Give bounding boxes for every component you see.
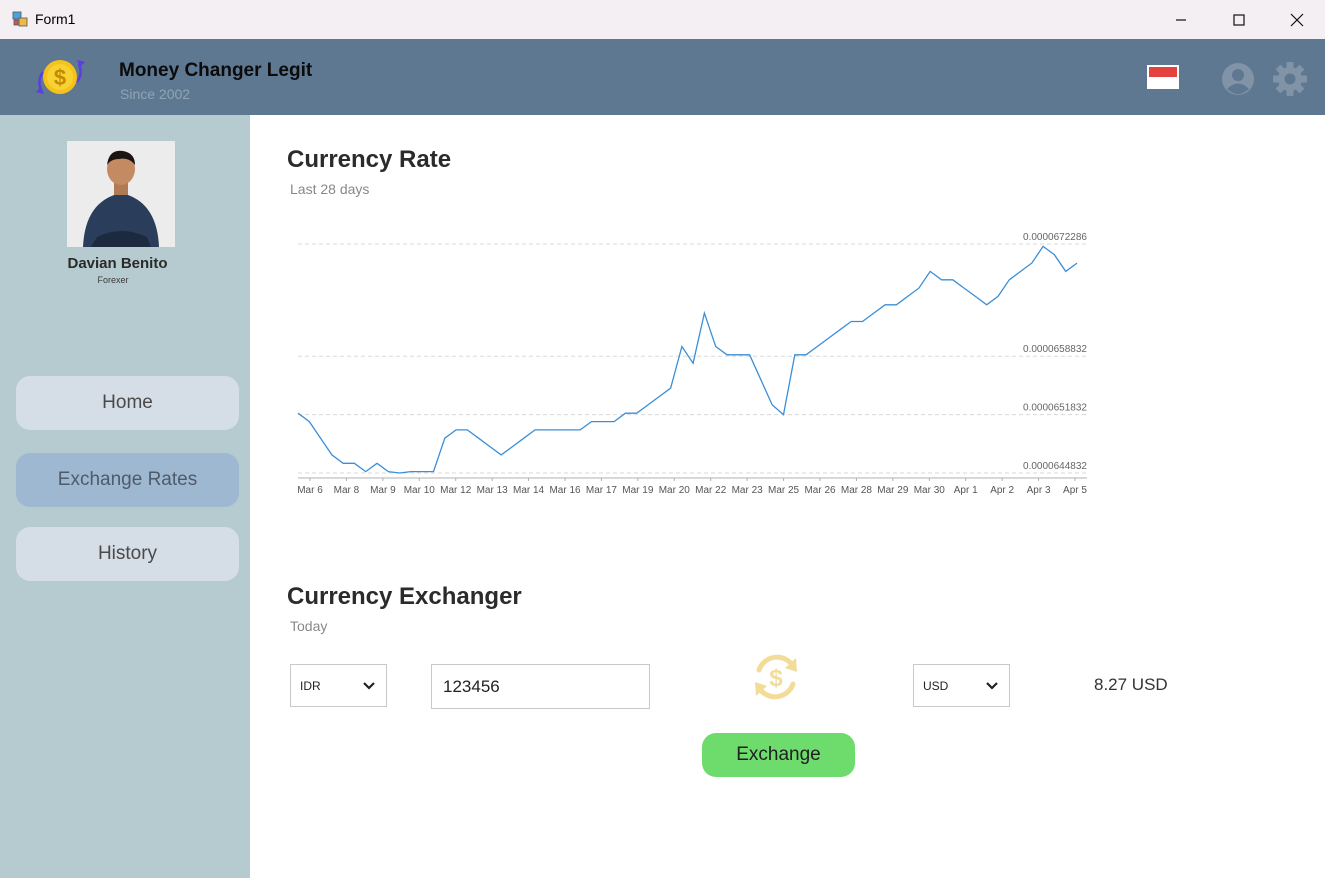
maximize-icon [1233, 13, 1245, 26]
currency-exchanger-subtitle: Today [290, 618, 328, 634]
x-tick-label: Apr 1 [954, 485, 978, 496]
currency-rate-title: Currency Rate [287, 146, 452, 173]
x-tick-label: Mar 16 [549, 485, 581, 496]
y-tick-label: 0.0000651832 [1023, 403, 1087, 414]
nav-home-button[interactable]: Home [16, 376, 239, 430]
x-tick-label: Mar 17 [586, 485, 618, 496]
brand-title: Money Changer Legit [119, 60, 313, 81]
y-tick-label: 0.0000644832 [1023, 461, 1087, 472]
x-tick-label: Mar 10 [404, 485, 436, 496]
x-tick-label: Mar 28 [841, 485, 873, 496]
x-tick-label: Mar 26 [804, 485, 836, 496]
x-tick-label: Mar 20 [659, 485, 691, 496]
currency-rate-chart: 0.0000672286 0.0000658832 0.0000651832 0.00… [297, 232, 1087, 496]
currency-exchanger-title: Currency Exchanger [287, 583, 522, 610]
x-tick-label: Mar 14 [513, 485, 545, 496]
x-tick-label: Mar 22 [695, 485, 727, 496]
x-tick-label: Mar 29 [877, 485, 909, 496]
x-tick-label: Mar 12 [440, 485, 472, 496]
amount-input[interactable] [431, 664, 650, 709]
maximize-button[interactable] [1210, 0, 1268, 39]
from-currency-value: IDR [300, 679, 321, 693]
nav-history-button[interactable]: History [16, 527, 239, 581]
currency-rate-subtitle: Last 28 days [290, 181, 370, 197]
x-tick-label: Mar 13 [477, 485, 509, 496]
nav-exchange-rates-button[interactable]: Exchange Rates [16, 453, 239, 507]
chevron-down-icon [363, 682, 375, 690]
window-title: Form1 [35, 11, 76, 27]
x-tick-label: Mar 19 [622, 485, 654, 496]
indonesia-flag-icon[interactable] [1147, 65, 1179, 89]
y-tick-label: 0.0000658832 [1023, 344, 1087, 355]
x-tick-label: Mar 30 [914, 485, 946, 496]
app-icon [12, 11, 28, 27]
minimize-icon [1176, 18, 1186, 21]
x-tick-label: Apr 2 [990, 485, 1014, 496]
main-content: Currency Rate Last 28 days 0.0000672286 0… [250, 115, 1325, 878]
x-tick-label: Apr 3 [1027, 485, 1051, 496]
to-currency-select[interactable]: USD [913, 664, 1010, 707]
svg-text:$: $ [54, 65, 66, 90]
money-logo-icon: $ [36, 60, 85, 94]
minimize-button[interactable] [1152, 0, 1210, 39]
y-tick-label: 0.0000672286 [1023, 232, 1087, 243]
brand-subtitle: Since 2002 [120, 86, 191, 102]
exchange-result: 8.27 USD [1094, 675, 1168, 694]
close-icon [1290, 13, 1304, 26]
profile-name: Davian Benito [67, 255, 168, 272]
x-tick-label: Mar 8 [334, 485, 360, 496]
x-tick-label: Mar 23 [732, 485, 764, 496]
close-button[interactable] [1268, 0, 1325, 39]
chevron-down-icon [986, 682, 998, 690]
settings-gear-icon[interactable] [1272, 61, 1308, 97]
x-tick-label: Apr 5 [1063, 485, 1087, 496]
currency-swap-icon[interactable]: $ [747, 648, 805, 706]
rate-series-line [297, 245, 1078, 474]
profile-avatar [67, 141, 175, 247]
from-currency-select[interactable]: IDR [290, 664, 387, 707]
x-tick-label: Mar 9 [370, 485, 396, 496]
to-currency-value: USD [923, 679, 949, 693]
app-header: $ Money Changer Legit Since 2002 [0, 39, 1325, 115]
x-tick-label: Mar 25 [768, 485, 800, 496]
profile-photo [67, 141, 175, 247]
profile-role: Forexer [97, 275, 129, 285]
svg-text:$: $ [769, 665, 783, 692]
title-bar: Form1 [0, 0, 1325, 39]
sidebar: Davian Benito Forexer Home Exchange Rate… [0, 115, 250, 878]
x-tick-label: Mar 6 [297, 485, 323, 496]
exchange-button[interactable]: Exchange [702, 733, 855, 777]
user-account-icon[interactable] [1221, 62, 1255, 96]
